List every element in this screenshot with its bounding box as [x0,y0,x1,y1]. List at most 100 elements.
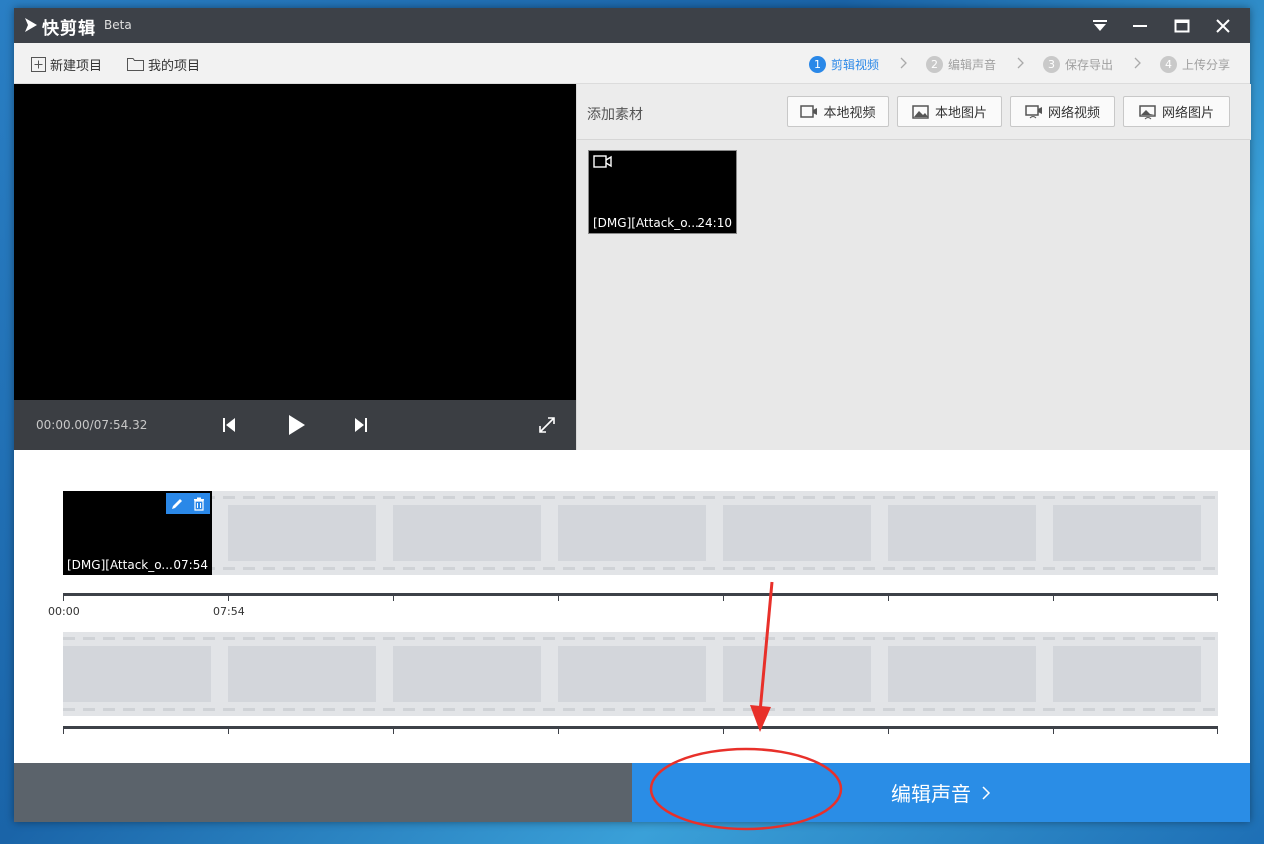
material-thumbnail[interactable]: [DMG][Attack_o... 24:10 [588,150,737,234]
toolbar: 新建项目 我的项目 1 剪辑视频 2 编辑声音 3 保存导出 4 上传分享 [14,43,1250,84]
bottom-bar-left [14,763,632,822]
step-label: 保存导出 [1065,57,1114,72]
ruler-tick [888,728,889,734]
ruler-tick [558,595,559,601]
ruler-tick [888,595,889,601]
next-frame-button[interactable] [350,414,372,436]
step-number: 1 [809,55,826,73]
close-button[interactable] [1203,8,1243,43]
material-name: [DMG][Attack_o... [593,216,699,230]
second-ruler [63,726,1218,729]
empty-frame [393,505,541,561]
ruler-tick [393,595,394,601]
film-perforation [63,708,1218,711]
film-perforation [63,496,1218,499]
chevron-right-icon [1134,57,1141,69]
video-add-icon [800,104,818,118]
ruler-label: 00:00 [48,605,80,618]
ruler-tick [1053,728,1054,734]
online-image-icon [1139,104,1156,119]
pencil-icon [172,498,182,509]
video-preview[interactable] [14,84,576,400]
empty-frame [1053,505,1201,561]
step-number: 2 [926,55,943,73]
my-projects-button[interactable]: 我的项目 [127,55,201,74]
video-track[interactable] [63,491,1218,575]
menu-dropdown-button[interactable] [1080,8,1120,43]
fullscreen-button[interactable] [536,414,558,436]
title-bar: 快剪辑 Beta [14,8,1250,43]
app-window: 快剪辑 Beta 新建项目 我的项目 1 剪辑视频 2 编辑声音 3 保存导出 … [14,8,1251,822]
ruler-tick [228,595,229,601]
ruler-tick [63,728,64,734]
timeline-clip[interactable]: [DMG][Attack_o... 07:54 [63,491,212,575]
app-title: 快剪辑 [42,19,96,39]
time-ruler[interactable] [63,593,1218,596]
dropdown-icon [1093,19,1107,31]
step-label: 剪辑视频 [831,57,880,72]
maximize-icon [1174,19,1190,32]
step-number: 4 [1160,55,1177,73]
empty-frame [558,505,706,561]
skip-forward-icon [355,418,367,432]
trash-icon [194,497,204,511]
step-save-export[interactable]: 3 保存导出 [1043,54,1113,74]
play-icon [289,415,305,435]
empty-frame [228,646,376,702]
minimize-button[interactable] [1120,8,1160,43]
edit-clip-button[interactable] [166,493,188,514]
local-image-button[interactable]: 本地图片 [897,96,1002,127]
ruler-tick [1217,728,1218,734]
empty-frame [723,505,871,561]
ruler-tick [1217,595,1218,601]
step-number: 3 [1043,55,1060,73]
ruler-label: 07:54 [213,605,245,618]
step-label: 编辑声音 [948,57,997,72]
audio-track[interactable] [63,632,1218,716]
film-perforation [63,637,1218,640]
ruler-tick [393,728,394,734]
previous-frame-button[interactable] [218,414,240,436]
empty-frame [558,646,706,702]
delete-clip-button[interactable] [188,493,210,514]
clip-name: [DMG][Attack_o... [67,558,173,572]
empty-frame [63,646,211,702]
play-button[interactable] [284,411,310,439]
fullscreen-icon [539,417,555,433]
new-project-label: 新建项目 [50,58,103,74]
video-camera-icon [593,155,612,168]
app-logo-icon [25,18,37,32]
new-project-button[interactable]: 新建项目 [31,55,103,74]
ruler-tick [228,728,229,734]
step-edit-video[interactable]: 1 剪辑视频 [809,54,879,74]
online-image-button[interactable]: 网络图片 [1123,96,1230,127]
empty-frame [888,505,1036,561]
playback-time: 00:00.00/07:54.32 [36,418,148,432]
ruler-tick [1053,595,1054,601]
online-video-button[interactable]: 网络视频 [1010,96,1115,127]
step-label: 上传分享 [1182,57,1231,72]
local-video-button[interactable]: 本地视频 [787,96,889,127]
ruler-tick [723,595,724,601]
close-icon [1216,18,1230,33]
maximize-button[interactable] [1162,8,1202,43]
online-video-icon [1025,104,1042,118]
plus-box-icon [31,56,46,72]
empty-frame [888,646,1036,702]
film-perforation [63,567,1218,570]
chevron-right-icon [982,785,991,800]
next-step-button[interactable]: 编辑声音 [632,763,1250,822]
material-title: 添加素材 [587,107,643,123]
empty-frame [723,646,871,702]
material-duration: 24:10 [697,216,732,230]
my-projects-label: 我的项目 [148,58,201,74]
step-edit-audio[interactable]: 2 编辑声音 [926,54,996,74]
step-upload-share[interactable]: 4 上传分享 [1160,54,1230,74]
material-header: 添加素材 本地视频 本地图片 网络视频 网络图片 [577,84,1251,140]
online-video-label: 网络视频 [1047,106,1100,121]
ruler-tick [558,728,559,734]
empty-frame [1053,646,1201,702]
minimize-icon [1133,24,1147,27]
skip-back-icon [223,418,235,432]
material-panel: 添加素材 本地视频 本地图片 网络视频 网络图片 [DMG][Attack_o.… [576,84,1251,450]
